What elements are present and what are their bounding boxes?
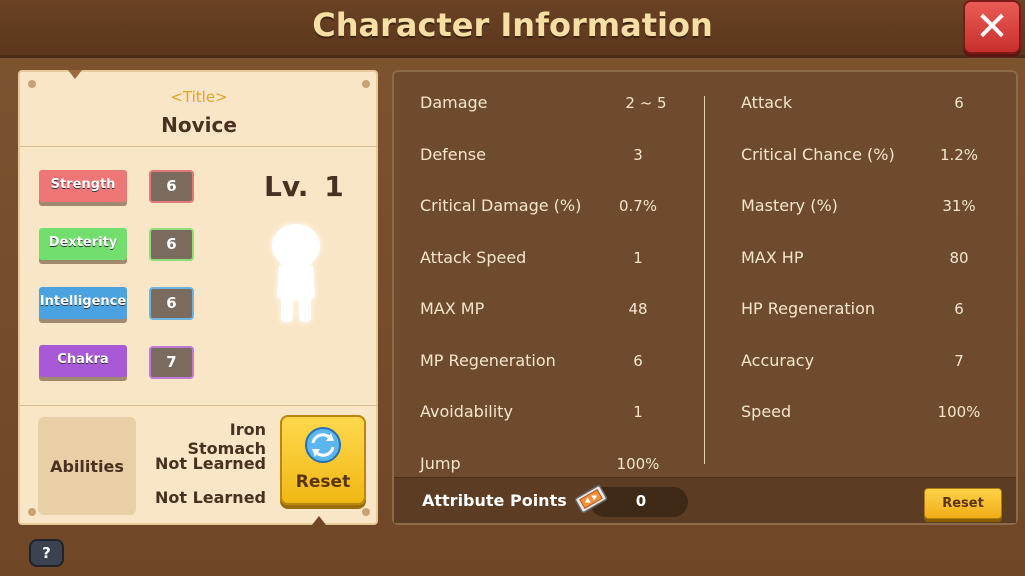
stat-value: 31% (942, 197, 976, 215)
stat-value: 7 (954, 352, 964, 370)
stat-value: 0.7% (618, 197, 658, 215)
level-display: Lv. 1 (264, 170, 344, 203)
stat-value: 48 (628, 300, 648, 318)
stat-value: 100% (616, 455, 660, 473)
stat-name: Defense (420, 145, 486, 164)
stat-name: MAX MP (420, 299, 485, 318)
stat-name: Accuracy (741, 351, 815, 370)
abilities-label: Abilities (38, 417, 136, 515)
dexterity-button[interactable]: Dexterity (39, 228, 127, 260)
stat-value: 2 ~ 5 (625, 94, 667, 112)
stat-value: 1 (633, 403, 643, 421)
stat-value: 80 (949, 249, 969, 267)
attribute-points-bar: Attribute Points 0 Reset (394, 477, 1016, 523)
level-prefix: Lv. (264, 170, 309, 203)
stat-name: Avoidability (420, 402, 513, 421)
panel-notch (312, 516, 326, 525)
column-divider (704, 96, 705, 464)
intelligence-button[interactable]: Intelligence (39, 287, 127, 319)
dexterity-value: 6 (149, 228, 194, 261)
profile-panel: <Title> Novice Strength 6 Dexterity 6 In… (18, 70, 378, 525)
stat-name: MAX HP (741, 248, 804, 267)
stat-value: 6 (954, 300, 964, 318)
stat-name: Critical Chance (%) (741, 145, 895, 164)
window-title: Character Information (312, 6, 713, 44)
stat-value: 1 (633, 249, 643, 267)
stat-value: 1.2% (939, 146, 979, 164)
intelligence-value: 6 (149, 287, 194, 320)
ability-slot-1: Iron Stomach (187, 420, 266, 458)
character-job: Novice (161, 113, 237, 137)
character-title: <Title> (170, 88, 228, 106)
refresh-icon (305, 427, 341, 463)
abilities-reset-button[interactable]: Reset (280, 415, 366, 505)
stat-name: Attack Speed (420, 248, 527, 267)
divider (20, 146, 378, 147)
chakra-value: 7 (149, 346, 194, 379)
help-button[interactable]: ? (29, 539, 64, 567)
rivet-icon (28, 508, 36, 516)
attribute-reset-button[interactable]: Reset (924, 488, 1002, 519)
panel-notch (68, 70, 82, 79)
strength-button[interactable]: Strength (39, 170, 127, 202)
level-value: 1 (324, 170, 344, 203)
rivet-icon (362, 80, 370, 88)
stat-name: HP Regeneration (741, 299, 876, 318)
divider (20, 405, 378, 406)
character-silhouette-icon (272, 224, 320, 322)
close-button[interactable]: ✕ (963, 0, 1021, 54)
stat-name: Mastery (%) (741, 196, 838, 215)
ability-slot-2: Not Learned (154, 454, 266, 473)
rivet-icon (28, 80, 36, 88)
close-icon: ✕ (975, 4, 1009, 50)
stat-name: Attack (741, 93, 793, 112)
attribute-points-label: Attribute Points (422, 491, 567, 510)
chakra-button[interactable]: Chakra (39, 345, 127, 377)
stat-name: Speed (741, 402, 792, 421)
stat-name: MP Regeneration (420, 351, 556, 370)
strength-value: 6 (149, 170, 194, 203)
stat-value: 3 (633, 146, 643, 164)
stat-value: 6 (954, 94, 964, 112)
stat-value: 100% (937, 403, 981, 421)
ability-slot-3: Not Learned (154, 488, 266, 507)
character-info-window: Character Information ✕ <Title> Novice S… (0, 0, 1025, 576)
stat-name: Damage (420, 93, 488, 112)
stat-value: 6 (633, 352, 643, 370)
reset-label: Reset (295, 472, 351, 492)
detail-stats-panel: Damage 2 ~ 5 Defense 3 Critical Damage (… (392, 70, 1018, 525)
stat-name: Critical Damage (%) (420, 196, 582, 215)
rivet-icon (362, 508, 370, 516)
stat-name: Jump (420, 454, 461, 473)
attribute-scroll-icon (574, 485, 608, 513)
attribute-points-value: 0 (635, 492, 647, 510)
